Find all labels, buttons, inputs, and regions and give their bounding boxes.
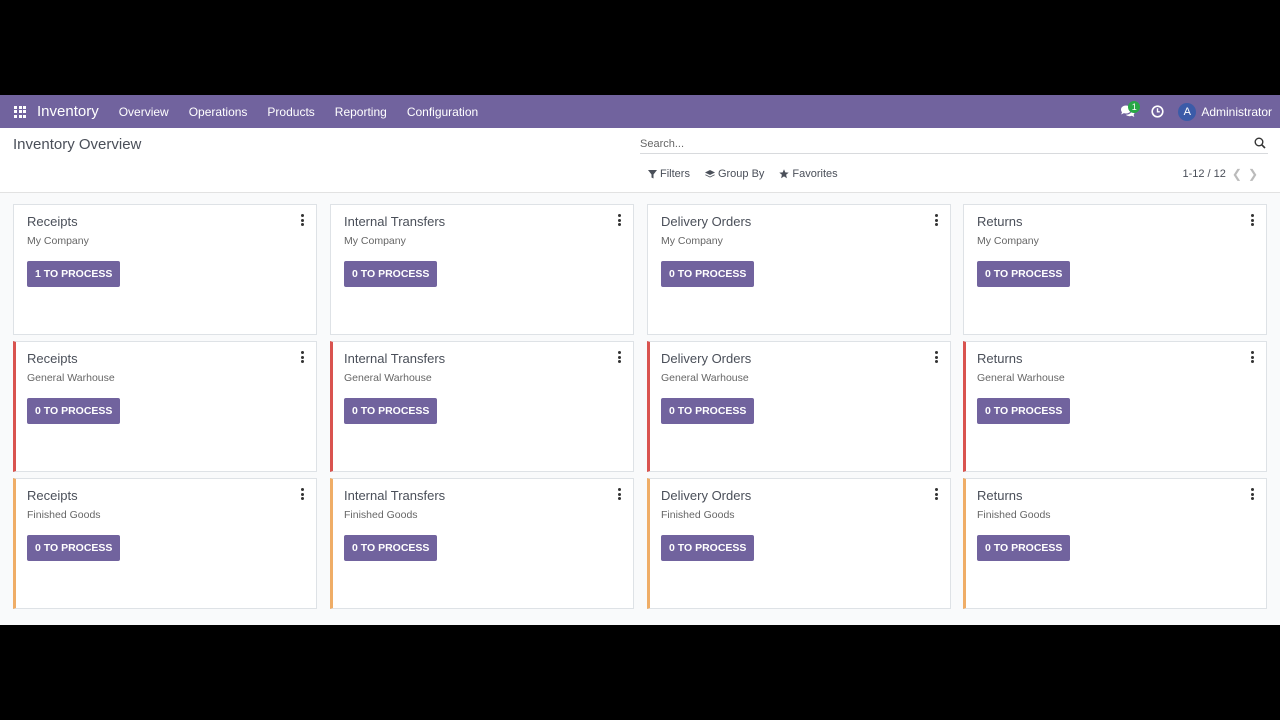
card-warehouse: My Company xyxy=(977,235,1039,247)
group-by-label: Group By xyxy=(717,168,765,180)
user-menu[interactable]: A Administrator xyxy=(1178,102,1272,121)
operation-card[interactable]: Delivery Orders My Company 0 TO PROCESS xyxy=(647,204,951,335)
operation-card[interactable]: Returns My Company 0 TO PROCESS xyxy=(963,204,1267,335)
operation-card[interactable]: Receipts General Warhouse 0 TO PROCESS xyxy=(13,341,317,472)
kebab-menu-icon[interactable] xyxy=(1249,488,1255,500)
card-warehouse: Finished Goods xyxy=(977,509,1051,521)
chat-icon[interactable]: 1 xyxy=(1112,95,1142,128)
to-process-button[interactable]: 1 TO PROCESS xyxy=(27,261,121,287)
kebab-menu-icon[interactable] xyxy=(933,214,939,226)
card-title[interactable]: Returns xyxy=(977,488,1023,503)
filter-icon xyxy=(648,169,657,178)
star-icon xyxy=(779,169,790,179)
operation-card[interactable]: Delivery Orders Finished Goods 0 TO PROCES… xyxy=(647,478,951,609)
clock-icon[interactable] xyxy=(1142,95,1172,128)
search-icon[interactable] xyxy=(1254,136,1266,154)
operation-card[interactable]: Returns General Warhouse 0 TO PROCESS xyxy=(963,341,1267,472)
to-process-button[interactable]: 0 TO PROCESS xyxy=(344,261,438,287)
to-process-button[interactable]: 0 TO PROCESS xyxy=(27,398,121,424)
card-warehouse: Finished Goods xyxy=(27,509,101,521)
kebab-menu-icon[interactable] xyxy=(616,351,622,363)
group-by-button[interactable]: Group By xyxy=(704,168,765,180)
card-warehouse: General Warhouse xyxy=(977,372,1065,384)
card-warehouse: My Company xyxy=(661,235,723,247)
favorites-label: Favorites xyxy=(792,168,838,180)
control-panel: Inventory Overview Filters Group By Favo… xyxy=(0,128,1280,193)
card-warehouse: My Company xyxy=(27,235,89,247)
card-title[interactable]: Delivery Orders xyxy=(661,351,751,366)
operation-card[interactable]: Delivery Orders General Warhouse 0 TO PROC… xyxy=(647,341,951,472)
operation-card[interactable]: Receipts Finished Goods 0 TO PROCESS xyxy=(13,478,317,609)
to-process-button[interactable]: 0 TO PROCESS xyxy=(661,261,755,287)
menu-configuration[interactable]: Configuration xyxy=(397,105,488,119)
operation-card[interactable]: Internal Transfers General Warhouse 0 TO P… xyxy=(330,341,634,472)
favorites-button[interactable]: Favorites xyxy=(779,168,838,180)
search-input[interactable] xyxy=(640,135,1240,153)
card-title[interactable]: Internal Transfers xyxy=(344,351,445,366)
chevron-left-icon[interactable]: ❮ xyxy=(1232,167,1242,181)
top-navbar: Inventory Overview Operations Products R… xyxy=(0,95,1280,128)
card-title[interactable]: Receipts xyxy=(27,488,78,503)
to-process-button[interactable]: 0 TO PROCESS xyxy=(661,398,755,424)
navbar-systray: 1 A Administrator xyxy=(1112,95,1272,128)
kebab-menu-icon[interactable] xyxy=(616,214,622,226)
card-title[interactable]: Internal Transfers xyxy=(344,488,445,503)
chat-badge: 1 xyxy=(1128,101,1141,113)
apps-grid-icon[interactable] xyxy=(0,95,40,128)
card-title[interactable]: Internal Transfers xyxy=(344,214,445,229)
operation-card[interactable]: Internal Transfers Finished Goods 0 TO PRO… xyxy=(330,478,634,609)
layers-icon xyxy=(704,169,715,177)
kebab-menu-icon[interactable] xyxy=(299,351,305,363)
app-window: Inventory Overview Operations Products R… xyxy=(0,95,1280,625)
pager-value[interactable]: 1-12 / 12 xyxy=(1182,168,1225,180)
app-brand[interactable]: Inventory xyxy=(37,103,99,120)
to-process-button[interactable]: 0 TO PROCESS xyxy=(977,261,1071,287)
card-warehouse: My Company xyxy=(344,235,406,247)
menu-reporting[interactable]: Reporting xyxy=(325,105,397,119)
search-bar xyxy=(640,134,1268,154)
search-options: Filters Group By Favorites xyxy=(648,168,838,180)
kebab-menu-icon[interactable] xyxy=(299,488,305,500)
operation-card[interactable]: Receipts My Company 1 TO PROCESS xyxy=(13,204,317,335)
card-warehouse: General Warhouse xyxy=(344,372,432,384)
to-process-button[interactable]: 0 TO PROCESS xyxy=(27,535,121,561)
to-process-button[interactable]: 0 TO PROCESS xyxy=(977,535,1071,561)
kebab-menu-icon[interactable] xyxy=(933,488,939,500)
kebab-menu-icon[interactable] xyxy=(616,488,622,500)
to-process-button[interactable]: 0 TO PROCESS xyxy=(977,398,1071,424)
menu-operations[interactable]: Operations xyxy=(179,105,258,119)
card-warehouse: Finished Goods xyxy=(344,509,418,521)
user-name: Administrator xyxy=(1201,104,1272,119)
card-title[interactable]: Receipts xyxy=(27,351,78,366)
to-process-button[interactable]: 0 TO PROCESS xyxy=(661,535,755,561)
chevron-right-icon[interactable]: ❯ xyxy=(1248,167,1258,181)
card-warehouse: General Warhouse xyxy=(661,372,749,384)
card-title[interactable]: Delivery Orders xyxy=(661,214,751,229)
kebab-menu-icon[interactable] xyxy=(299,214,305,226)
kebab-menu-icon[interactable] xyxy=(933,351,939,363)
page-title: Inventory Overview xyxy=(13,136,142,153)
operation-card[interactable]: Returns Finished Goods 0 TO PROCESS xyxy=(963,478,1267,609)
avatar: A xyxy=(1178,102,1197,121)
filters-label: Filters xyxy=(660,168,690,180)
card-warehouse: General Warhouse xyxy=(27,372,115,384)
menu-products[interactable]: Products xyxy=(257,105,324,119)
filters-button[interactable]: Filters xyxy=(648,168,690,180)
pager: 1-12 / 12 ❮ ❯ xyxy=(1182,167,1258,181)
operation-card[interactable]: Internal Transfers My Company 0 TO PROCESS xyxy=(330,204,634,335)
menu-overview[interactable]: Overview xyxy=(109,105,179,119)
to-process-button[interactable]: 0 TO PROCESS xyxy=(344,398,438,424)
card-title[interactable]: Returns xyxy=(977,214,1023,229)
card-warehouse: Finished Goods xyxy=(661,509,735,521)
card-title[interactable]: Receipts xyxy=(27,214,78,229)
to-process-button[interactable]: 0 TO PROCESS xyxy=(344,535,438,561)
kebab-menu-icon[interactable] xyxy=(1249,214,1255,226)
kebab-menu-icon[interactable] xyxy=(1249,351,1255,363)
card-title[interactable]: Returns xyxy=(977,351,1023,366)
card-title[interactable]: Delivery Orders xyxy=(661,488,751,503)
